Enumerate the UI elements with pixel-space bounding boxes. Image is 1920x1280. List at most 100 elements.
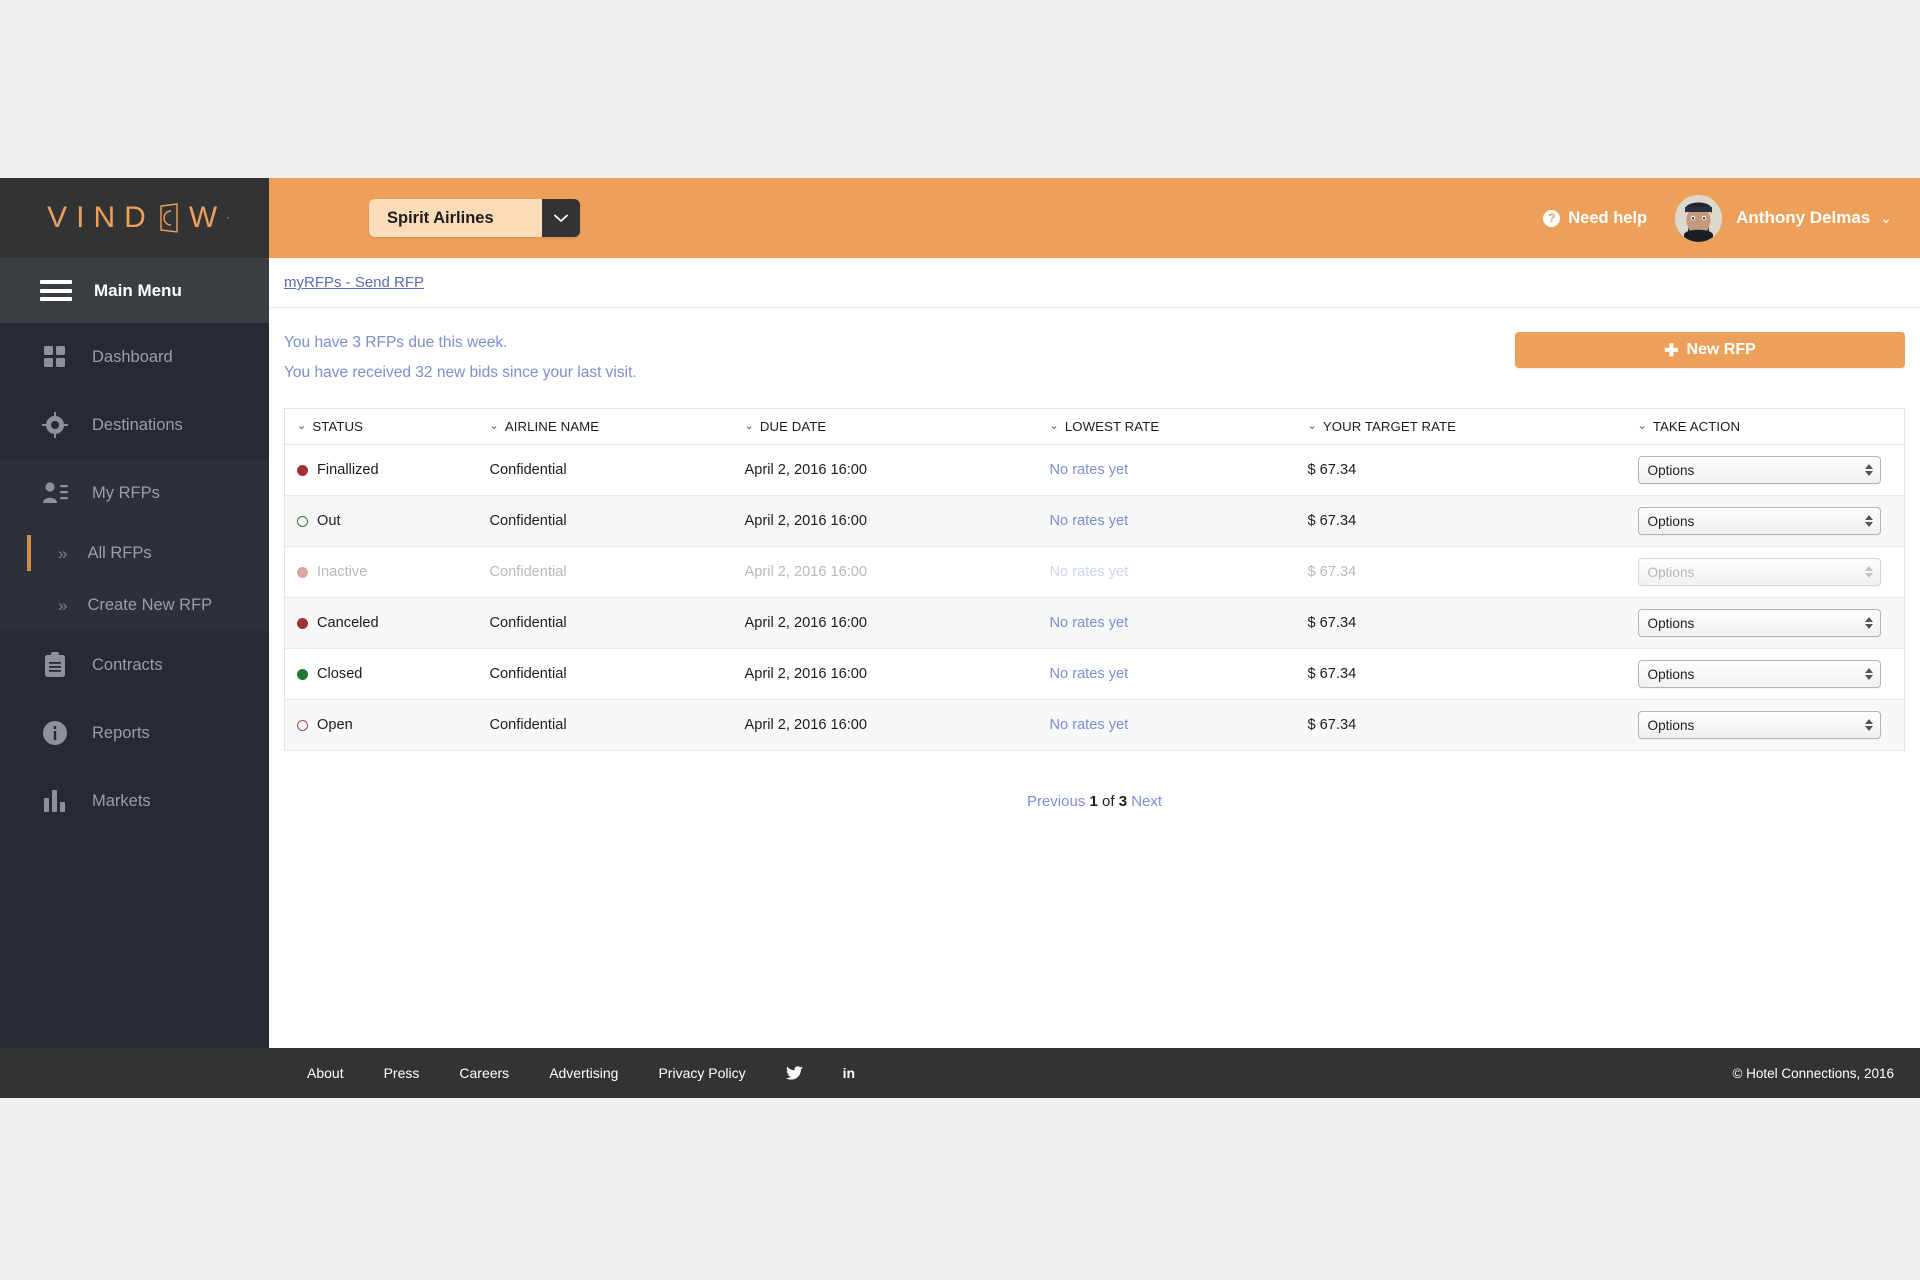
table-header-row: ⌄ STATUS ⌄ AIRLINE NAME ⌄ DUE DATE ⌄ LOW… [284, 408, 1905, 445]
status-dot-icon [297, 668, 308, 680]
sidebar-item-contracts[interactable]: Contracts [0, 631, 269, 699]
logo-wordmark: VIND W · [39, 201, 230, 235]
breadcrumb-link[interactable]: myRFPs - Send RFP [284, 274, 424, 291]
grid-icon [40, 342, 70, 372]
sidebar-item-my-rfps[interactable]: My RFPs [0, 459, 269, 527]
table-row[interactable]: Canceled Confidential April 2, 2016 16:00 N… [284, 597, 1905, 649]
alert-message: You have received 32 new bids since your… [284, 364, 637, 381]
sidebar-item-dashboard[interactable]: Dashboard [0, 323, 269, 391]
sidebar-subitem-create-new-rfp[interactable]: » Create New RFP [0, 579, 269, 631]
table-row[interactable]: Open Confidential April 2, 2016 16:00 No ra… [284, 699, 1905, 751]
footer-link[interactable]: Advertising [549, 1065, 618, 1081]
cell-status: Closed [284, 648, 490, 700]
footer-link[interactable]: Press [384, 1065, 420, 1081]
stepper-arrows-icon [1864, 617, 1873, 629]
user-list-icon [40, 478, 70, 508]
pagination-previous[interactable]: Previous [1027, 793, 1085, 810]
target-icon [40, 410, 70, 440]
status-label: Closed [317, 666, 363, 682]
main-menu-label: Main Menu [94, 280, 182, 300]
column-header-due-date[interactable]: ⌄ DUE DATE [744, 408, 1050, 445]
breadcrumb: myRFPs - Send RFP [269, 258, 1920, 308]
options-select[interactable]: Options [1637, 507, 1881, 535]
cell-target-rate: $ 67.34 [1307, 495, 1638, 547]
logo-text-left: VIND [47, 201, 155, 234]
footer-link[interactable]: Privacy Policy [658, 1065, 745, 1081]
pagination: Previous 1 of 3 Next [284, 751, 1905, 810]
sidebar-nav: Dashboard Destinations My RFPs » All RFP… [0, 323, 269, 1048]
column-header-take-action[interactable]: ⌄ TAKE ACTION [1637, 408, 1905, 445]
main-menu-toggle[interactable]: Main Menu [0, 258, 269, 323]
rfp-table: ⌄ STATUS ⌄ AIRLINE NAME ⌄ DUE DATE ⌄ LOW… [284, 408, 1905, 751]
table-row[interactable]: Out Confidential April 2, 2016 16:00 No rat… [284, 495, 1905, 547]
table-row[interactable]: Closed Confidential April 2, 2016 16:00 No … [284, 648, 1905, 700]
user-menu[interactable]: Anthony Delmas ⌄ [1675, 194, 1892, 242]
content-area: You have 3 RFPs due this week. You have … [269, 308, 1920, 1048]
footer-link[interactable]: Careers [459, 1065, 509, 1081]
stepper-arrows-icon [1864, 719, 1873, 731]
chevron-down-icon: ⌄ [1637, 420, 1647, 432]
table-row[interactable]: Inactive Confidential April 2, 2016 16:00 N… [284, 546, 1905, 598]
sidebar-item-reports[interactable]: Reports [0, 699, 269, 767]
options-select[interactable]: Options [1637, 660, 1881, 688]
cell-take-action: Options [1637, 546, 1905, 598]
cell-take-action: Options [1637, 597, 1905, 649]
airline-select-value: Spirit Airlines [369, 199, 542, 237]
main-area: Spirit Airlines ? Need help Anthony Delm… [269, 178, 1920, 1048]
sidebar-item-destinations[interactable]: Destinations [0, 391, 269, 459]
options-select[interactable]: Options [1637, 609, 1881, 637]
user-name-label: Anthony Delmas [1736, 208, 1871, 227]
cell-status: Finallized [284, 444, 490, 496]
cell-due-date: April 2, 2016 16:00 [744, 546, 1050, 598]
lowest-rate-link[interactable]: No rates yet [1050, 717, 1129, 733]
lowest-rate-link[interactable]: No rates yet [1050, 666, 1129, 682]
status-dot-icon [297, 566, 308, 578]
cell-airline-name: Confidential [489, 648, 745, 700]
lowest-rate-link[interactable]: No rates yet [1050, 615, 1129, 631]
brand-logo[interactable]: VIND W · [0, 178, 269, 258]
airline-select[interactable]: Spirit Airlines [369, 199, 580, 237]
cell-take-action: Options [1637, 648, 1905, 700]
cell-lowest-rate: No rates yet [1049, 444, 1308, 496]
status-dot-icon [297, 719, 308, 731]
lowest-rate-link[interactable]: No rates yet [1050, 513, 1129, 529]
table-head: ⌄ STATUS ⌄ AIRLINE NAME ⌄ DUE DATE ⌄ LOW… [284, 408, 1905, 445]
options-select: Options [1637, 558, 1881, 586]
cell-target-rate: $ 67.34 [1307, 597, 1638, 649]
linkedin-icon[interactable]: in [843, 1065, 855, 1081]
sidebar-subitem-label: All RFPs [87, 543, 152, 562]
options-select[interactable]: Options [1637, 456, 1881, 484]
avatar [1675, 194, 1723, 242]
options-select[interactable]: Options [1637, 711, 1881, 739]
column-header-airline-name[interactable]: ⌄ AIRLINE NAME [489, 408, 745, 445]
footer-link[interactable]: About [307, 1065, 344, 1081]
cell-target-rate: $ 67.34 [1307, 546, 1638, 598]
column-header-status[interactable]: ⌄ STATUS [284, 408, 490, 445]
cell-lowest-rate: No rates yet [1049, 546, 1308, 598]
lowest-rate-link[interactable]: No rates yet [1050, 462, 1129, 478]
info-circle-icon [40, 718, 70, 748]
status-label: Out [317, 513, 341, 529]
column-header-lowest-rate[interactable]: ⌄ LOWEST RATE [1049, 408, 1308, 445]
pagination-next[interactable]: Next [1131, 793, 1162, 810]
new-rfp-label: New RFP [1686, 341, 1756, 358]
sidebar-item-label: Markets [92, 791, 151, 810]
table-row[interactable]: Finallized Confidential April 2, 2016 16:0… [284, 444, 1905, 496]
options-select-value: Options [1647, 513, 1695, 529]
cell-lowest-rate: No rates yet [1049, 648, 1308, 700]
new-rfp-button[interactable]: ✚ New RFP [1515, 332, 1905, 368]
sidebar-subitem-all-rfps[interactable]: » All RFPs [0, 527, 269, 579]
chevron-double-right-icon: » [58, 543, 68, 563]
alerts: You have 3 RFPs due this week. You have … [284, 328, 1515, 394]
need-help-button[interactable]: ? Need help [1543, 209, 1647, 228]
cell-due-date: April 2, 2016 16:00 [744, 597, 1050, 649]
cell-take-action: Options [1637, 444, 1905, 496]
plus-icon: ✚ [1664, 340, 1679, 360]
twitter-icon[interactable] [785, 1065, 803, 1081]
column-header-your-target-rate[interactable]: ⌄ YOUR TARGET RATE [1307, 408, 1638, 445]
footer: About Press Careers Advertising Privacy Poli… [0, 1048, 1920, 1098]
logo-text-right: W [188, 201, 227, 234]
cell-take-action: Options [1637, 699, 1905, 751]
sidebar-item-markets[interactable]: Markets [0, 767, 269, 835]
lowest-rate-link[interactable]: No rates yet [1050, 564, 1129, 580]
